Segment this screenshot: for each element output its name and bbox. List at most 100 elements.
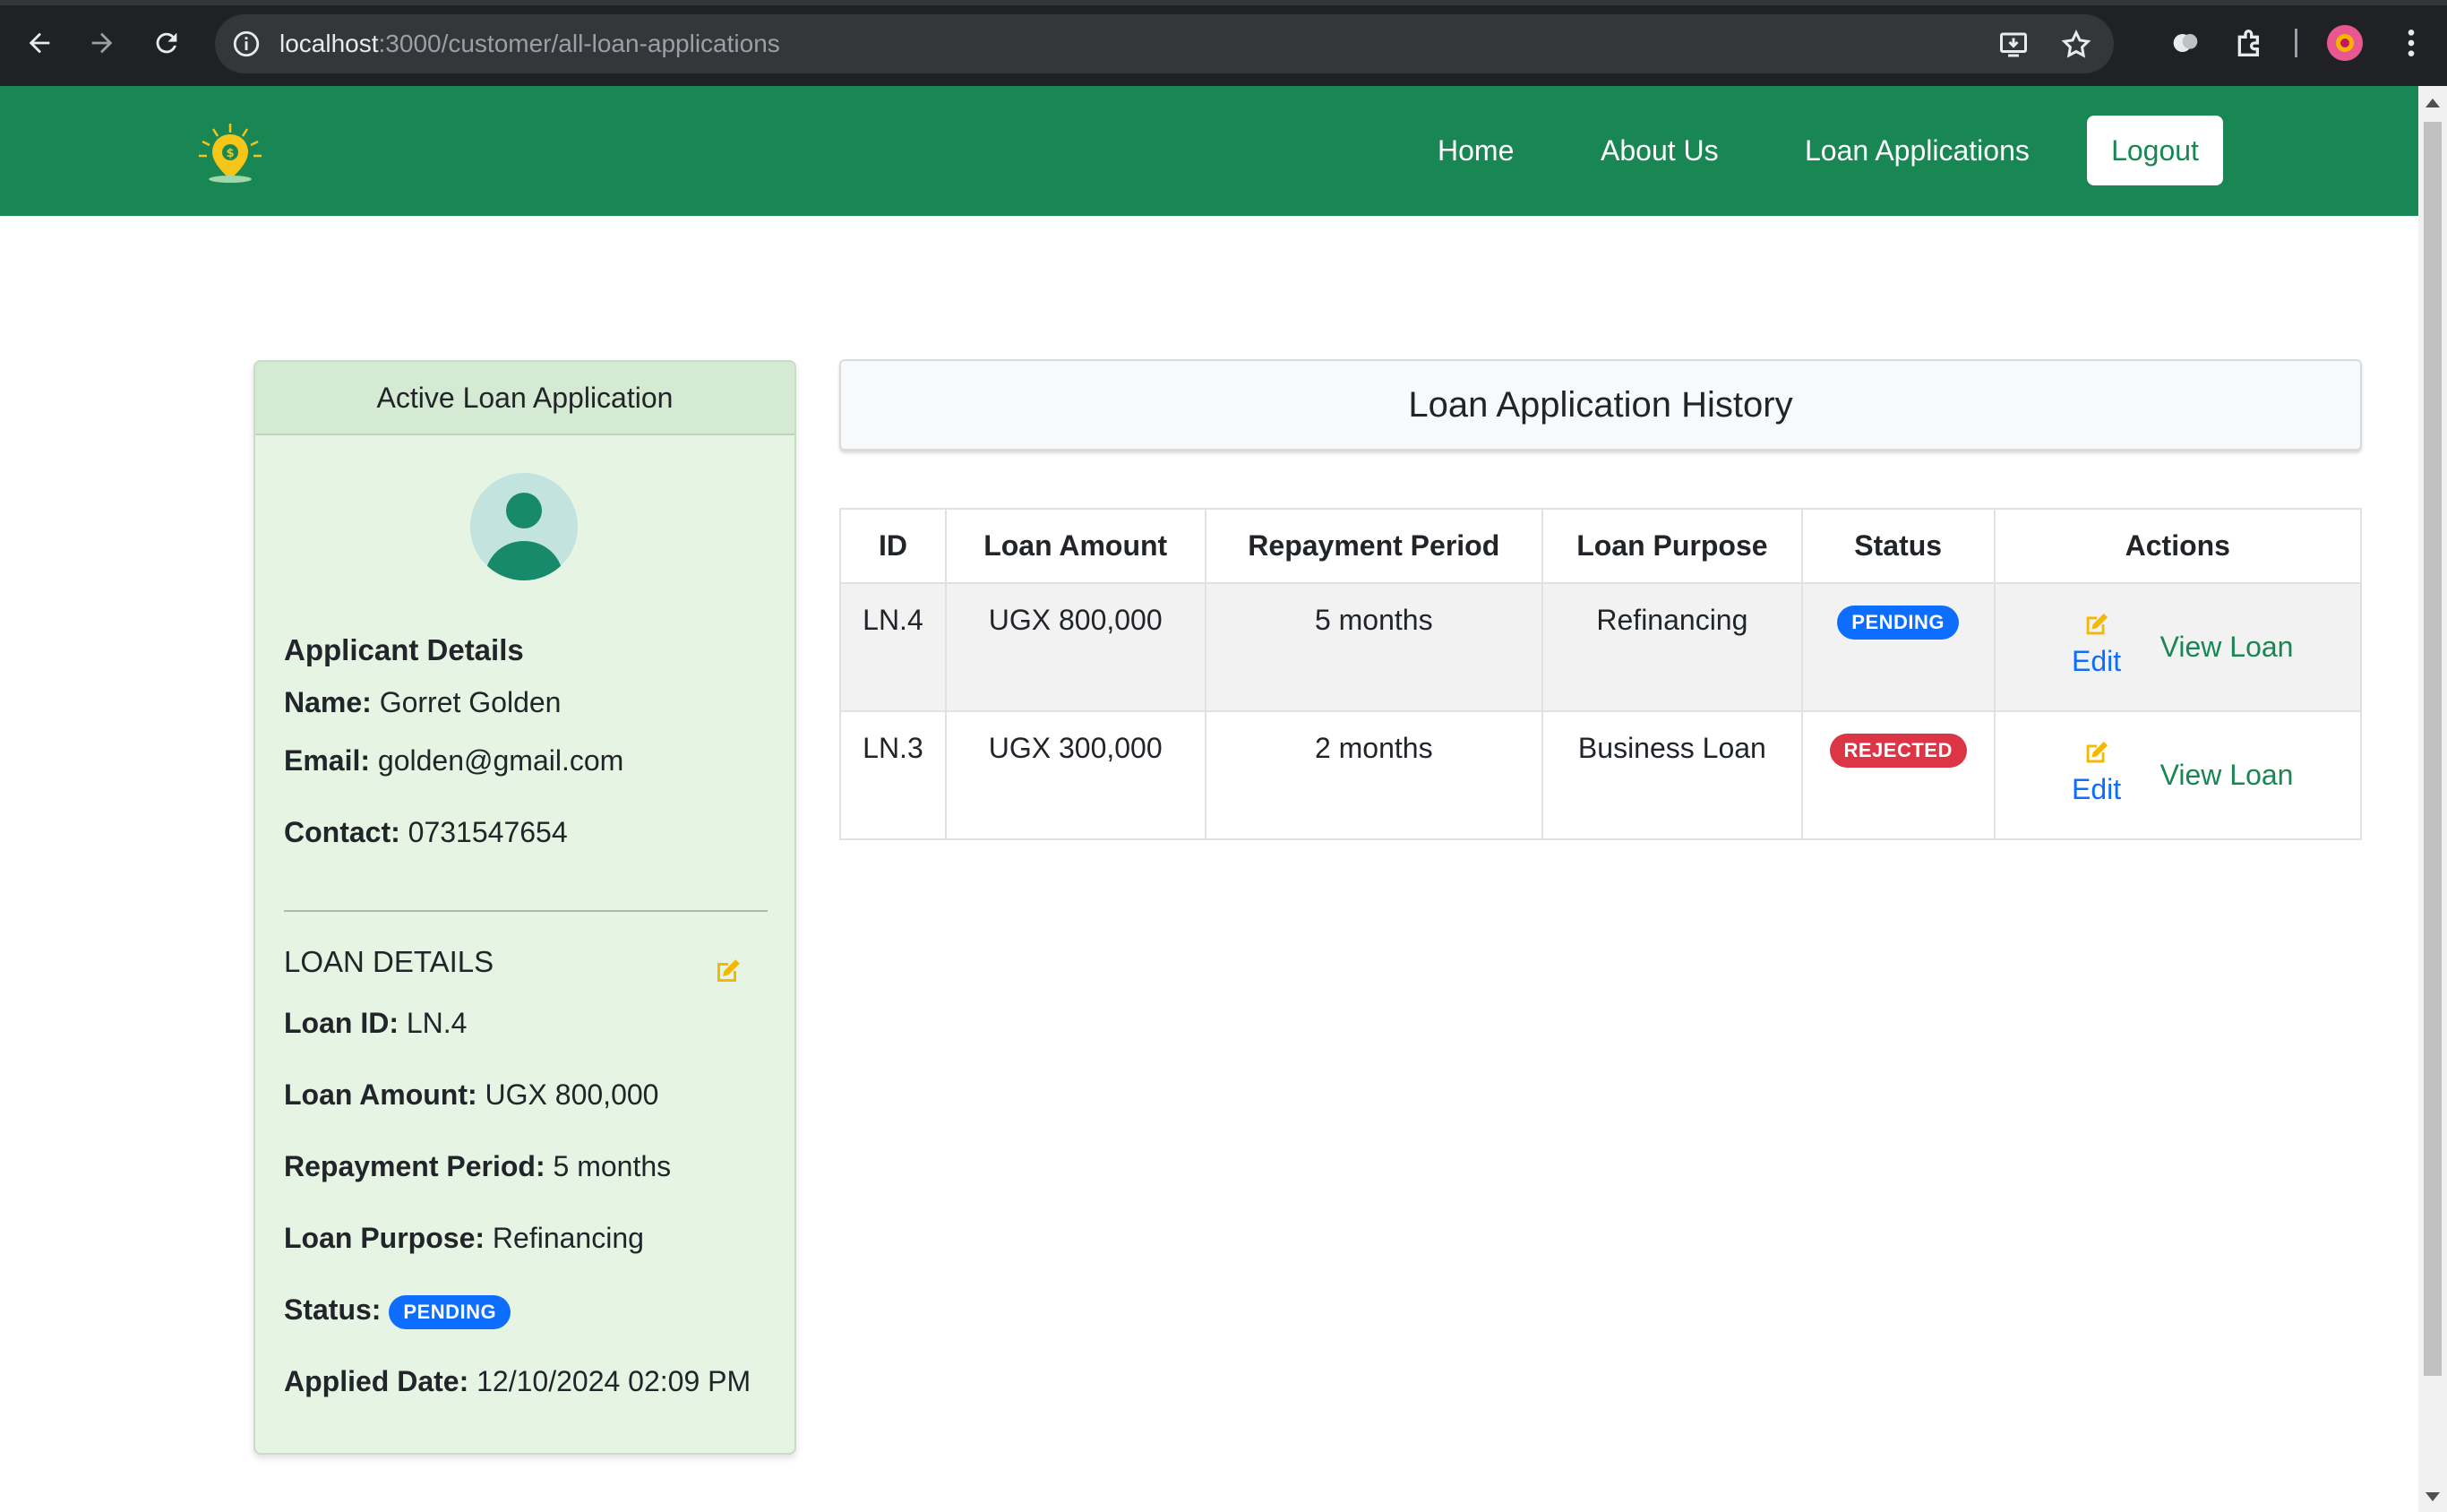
active-loan-card: Active Loan Application Applicant Detail… (253, 360, 796, 1455)
loan-details-heading: LOAN DETAILS (284, 945, 494, 978)
cell-status: PENDING (1800, 582, 1996, 712)
page-scrollbar[interactable] (2418, 86, 2447, 1512)
contact-value: 0731547654 (408, 816, 568, 848)
table-row: LN.3 UGX 300,000 2 months Business Loan … (839, 710, 2363, 840)
nav-loan-applications-link[interactable]: Loan Applications (1805, 131, 2030, 170)
active-loan-card-header: Active Loan Application (255, 362, 794, 435)
applicant-name: Name: Gorret Golden (284, 683, 561, 722)
cell-loan-amount: UGX 300,000 (944, 710, 1206, 840)
repayment-period-value: 5 months (553, 1150, 672, 1182)
status-badge: REJECTED (1829, 733, 1967, 768)
site-navbar: $ Home About Us Loan Applications Logout (0, 86, 2418, 216)
status-badge: PENDING (389, 1294, 511, 1329)
back-button[interactable] (20, 23, 59, 63)
email-label: Email: (284, 744, 371, 777)
forward-arrow-icon (91, 32, 113, 54)
loan-purpose-value: Refinancing (492, 1222, 644, 1254)
applied-date-value: 12/10/2024 02:09 PM (477, 1365, 751, 1397)
edit-link[interactable]: Edit (2065, 609, 2128, 679)
tab-strip (0, 0, 2447, 5)
address-bar[interactable]: localhost:3000/customer/all-loan-applica… (215, 14, 2114, 73)
reload-button[interactable] (147, 23, 186, 63)
toolbar-separator (2295, 29, 2297, 57)
loan-id-label: Loan ID: (284, 1007, 399, 1039)
name-label: Name: (284, 686, 372, 718)
scroll-up-arrow-icon[interactable] (2426, 99, 2440, 107)
history-title: Loan Application History (839, 359, 2362, 451)
applicant-details-heading: Applicant Details (284, 633, 524, 666)
scrollbar-thumb[interactable] (2424, 122, 2442, 1376)
edit-icon (2086, 741, 2108, 763)
repayment-period-label: Repayment Period: (284, 1150, 545, 1182)
view-loan-link[interactable]: View Loan (2160, 631, 2294, 664)
profile-avatar[interactable] (2327, 25, 2363, 61)
loan-purpose: Loan Purpose: Refinancing (284, 1218, 644, 1258)
applicant-contact: Contact: 0731547654 (284, 812, 568, 852)
edit-link-label: Edit (2072, 645, 2122, 677)
cell-loan-amount: UGX 800,000 (944, 582, 1206, 712)
cell-actions: Edit View Loan (1993, 710, 2363, 840)
status-badge: PENDING (1837, 605, 1960, 640)
email-value: golden@gmail.com (377, 744, 624, 777)
edit-link[interactable]: Edit (2065, 737, 2128, 807)
edit-link-label: Edit (2072, 773, 2122, 805)
cell-repayment-period: 5 months (1204, 582, 1544, 712)
site-info-icon[interactable] (231, 29, 262, 59)
column-header-repayment-period: Repayment Period (1204, 508, 1544, 584)
applied-date-label: Applied Date: (284, 1365, 469, 1397)
nav-home-link[interactable]: Home (1438, 131, 1514, 170)
scroll-down-arrow-icon[interactable] (2426, 1492, 2440, 1501)
brand-logo[interactable]: $ (195, 120, 265, 185)
name-value: Gorret Golden (379, 686, 562, 718)
nav-about-link[interactable]: About Us (1601, 131, 1719, 170)
column-header-status: Status (1800, 508, 1996, 584)
cell-status: REJECTED (1800, 710, 1996, 840)
bookmark-star-icon[interactable] (2060, 29, 2092, 61)
extension-puzzle-bubble-icon[interactable] (2168, 25, 2203, 61)
repayment-period: Repayment Period: 5 months (284, 1147, 671, 1186)
edit-icon (2086, 613, 2108, 635)
applicant-email: Email: golden@gmail.com (284, 741, 623, 780)
url-text: localhost:3000/customer/all-loan-applica… (279, 27, 780, 61)
column-header-loan-purpose: Loan Purpose (1541, 508, 1803, 584)
column-header-loan-amount: Loan Amount (944, 508, 1206, 584)
user-icon (470, 473, 578, 580)
table-header-row: ID Loan Amount Repayment Period Loan Pur… (839, 508, 2363, 584)
edit-loan-icon[interactable] (712, 955, 744, 987)
profile-picture-icon (2327, 25, 2363, 61)
cell-id: LN.4 (839, 582, 947, 712)
extensions-icon[interactable] (2232, 25, 2268, 61)
contact-label: Contact: (284, 816, 400, 848)
cell-id: LN.3 (839, 710, 947, 840)
svg-text:$: $ (226, 147, 234, 160)
cell-loan-purpose: Business Loan (1541, 710, 1803, 840)
loan-purpose-label: Loan Purpose: (284, 1222, 485, 1254)
status-label: Status: (284, 1293, 382, 1326)
back-arrow-icon (29, 32, 50, 54)
forward-button[interactable] (82, 23, 122, 63)
loan-status: Status: PENDING (284, 1290, 511, 1329)
url-host: localhost (279, 30, 379, 57)
logout-button[interactable]: Logout (2087, 116, 2223, 185)
loan-id-value: LN.4 (406, 1007, 468, 1039)
url-path: :3000/customer/all-loan-applications (378, 30, 780, 57)
column-header-actions: Actions (1993, 508, 2363, 584)
chrome-menu-icon[interactable] (2393, 25, 2429, 61)
user-avatar (470, 473, 578, 580)
loan-id: Loan ID: LN.4 (284, 1003, 467, 1043)
loan-amount: Loan Amount: UGX 800,000 (284, 1075, 658, 1114)
table-row: LN.4 UGX 800,000 5 months Refinancing PE… (839, 582, 2363, 712)
install-app-icon[interactable] (1997, 29, 2030, 61)
column-header-id: ID (839, 508, 947, 584)
loan-amount-label: Loan Amount: (284, 1078, 477, 1111)
cell-actions: Edit View Loan (1993, 582, 2363, 712)
reload-icon (156, 32, 177, 54)
cell-loan-purpose: Refinancing (1541, 582, 1803, 712)
cell-repayment-period: 2 months (1204, 710, 1544, 840)
view-loan-link[interactable]: View Loan (2160, 759, 2294, 792)
card-divider (284, 910, 768, 912)
loan-amount-value: UGX 800,000 (485, 1078, 659, 1111)
browser-toolbar: localhost:3000/customer/all-loan-applica… (0, 0, 2447, 86)
loan-history-table: ID Loan Amount Repayment Period Loan Pur… (839, 508, 2363, 840)
applied-date: Applied Date: 12/10/2024 02:09 PM (284, 1362, 751, 1401)
